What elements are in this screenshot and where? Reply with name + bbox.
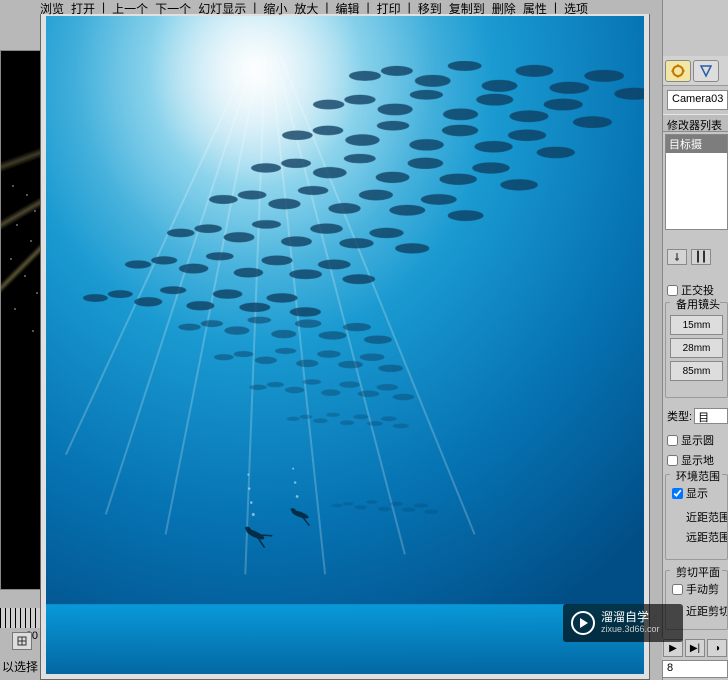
show-cone-label: 显示圆 [681,432,714,448]
key-mode-icon[interactable]: ◑ [707,639,727,657]
menu-move-to[interactable]: 移到 [418,0,442,12]
selection-lock-icon[interactable] [12,632,32,650]
stack-toolbar: ┃┃ [665,248,728,266]
lens-85mm-button[interactable]: 85mm [670,361,723,381]
viewport-left[interactable] [0,50,42,590]
panel-tabs [663,56,728,86]
command-panel: Camera03 修改器列表 目标摄 ┃┃ 正交投 备用镜头 15mm 28mm… [662,0,728,680]
menu-sep: | [253,0,256,12]
watermark: 溜溜自学 zixue.3d66.cor [563,604,683,642]
viewer-canvas[interactable] [46,16,644,674]
show-horizon-checkbox[interactable] [667,455,678,466]
env-near-label: 近距范围 [686,509,727,525]
wireframe-dots [5,181,41,381]
lens-28mm-button[interactable]: 28mm [670,338,723,358]
menu-prev[interactable]: 上一个 [112,0,148,12]
next-frame-button[interactable]: ▶| [685,639,705,657]
current-frame-field[interactable]: 8 [662,660,728,678]
image-viewer-window [40,14,650,680]
camera-type-label: 类型: [667,408,692,424]
play-icon [571,611,595,635]
menu-next[interactable]: 下一个 [155,0,191,12]
menu-edit[interactable]: 编辑 [335,0,359,12]
menu-print[interactable]: 打印 [377,0,401,12]
object-name-field[interactable]: Camera03 [667,90,728,110]
stack-config-icon[interactable]: ┃┃ [691,249,711,265]
stack-item-target-camera[interactable]: 目标摄 [666,135,727,153]
menu-properties[interactable]: 属性 [523,0,547,12]
camera-type-row: 类型: 目 [667,408,728,424]
ocean-image [46,16,644,674]
menu-sep: | [102,0,105,12]
watermark-main: 溜溜自学 [601,611,660,624]
menu-copy-to[interactable]: 复制到 [449,0,485,12]
env-show-label: 显示 [686,485,708,501]
lens-presets-group-label: 备用镜头 [670,296,720,312]
menu-options[interactable]: 选项 [564,0,588,12]
timeline-ruler[interactable]: 20 [0,608,40,628]
show-horizon-label: 显示地 [681,452,714,468]
tab-modify-icon[interactable] [693,60,719,82]
menu-sep: | [554,0,557,12]
env-far-label: 远距范围 [686,529,727,545]
clip-near-label: 近距剪切 [686,603,727,619]
tab-create-icon[interactable] [665,60,691,82]
pin-stack-icon[interactable] [667,249,687,265]
menu-browse[interactable]: 浏览 [40,0,64,12]
clip-plane-group-label: 剪切平面 [670,564,722,580]
menu-sep: | [408,0,411,12]
menu-delete[interactable]: 删除 [492,0,516,12]
menu-sep: | [325,0,328,12]
env-range-group-label: 环境范围 [670,468,722,484]
show-cone-checkbox[interactable] [667,435,678,446]
clip-manual-checkbox[interactable] [672,584,683,595]
env-show-checkbox[interactable] [672,488,683,499]
image-viewer-menubar: 浏览 打开 | 上一个 下一个 幻灯显示 | 缩小 放大 | 编辑 | 打印 |… [40,0,588,12]
lens-15mm-button[interactable]: 15mm [670,315,723,335]
orthographic-checkbox[interactable] [667,285,678,296]
camera-type-select[interactable]: 目 [694,408,728,424]
clip-manual-label: 手动剪 [686,581,719,597]
menu-slideshow[interactable]: 幻灯显示 [198,0,246,12]
menu-sep: | [367,0,370,12]
modifier-stack[interactable]: 目标摄 [665,134,728,230]
menu-zoom-out[interactable]: 缩小 [263,0,287,12]
watermark-sub: zixue.3d66.cor [601,625,660,635]
menu-zoom-in[interactable]: 放大 [294,0,318,12]
status-text: 以选择 [2,658,38,675]
menu-open[interactable]: 打开 [71,0,95,12]
modifier-list-header[interactable]: 修改器列表 [663,114,728,132]
